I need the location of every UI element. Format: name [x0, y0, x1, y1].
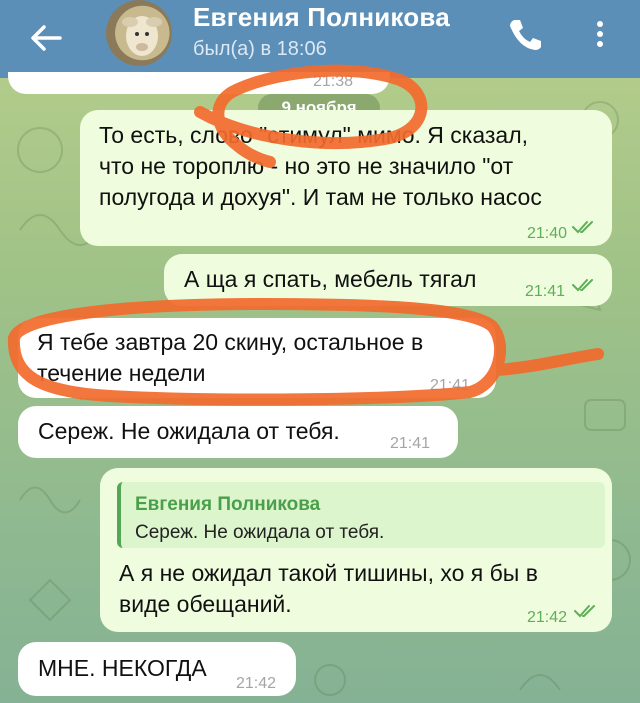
double-check-icon — [574, 605, 595, 618]
message-text-line: Я тебе завтра 20 скину, остальное в — [37, 329, 424, 355]
contact-avatar[interactable] — [106, 0, 172, 66]
reply-author: Евгения Полникова — [135, 494, 321, 515]
last-seen-status: был(а) в 18:06 — [193, 38, 327, 60]
more-vertical-icon[interactable] — [588, 16, 612, 52]
outgoing-message[interactable]: То есть, слово "стимул" мимо. Я сказал, … — [80, 110, 612, 246]
message-time: 21:41 — [525, 283, 566, 300]
message-text-line: полугода и дохуя". И там не только насос — [99, 184, 542, 210]
outgoing-message[interactable]: А ща я спать, мебель тягал 21:41 — [164, 254, 612, 306]
phone-icon[interactable] — [505, 16, 541, 52]
message-time: 21:40 — [527, 225, 568, 242]
goat-photo-icon — [122, 16, 162, 56]
back-arrow-icon[interactable] — [26, 18, 66, 58]
incoming-message[interactable]: МНЕ. НЕКОГДА 21:42 — [18, 642, 296, 696]
outgoing-reply-message[interactable]: Евгения Полникова Сереж. Не ожидала от т… — [100, 468, 612, 632]
double-check-icon — [572, 279, 593, 292]
message-time: 21:42 — [527, 609, 568, 626]
message-text-line: виде обещаний. — [119, 591, 292, 617]
contact-name[interactable]: Евгения Полникова — [193, 2, 450, 33]
message-text-line: течение недели — [37, 360, 206, 386]
message-text-line: что не тороплю - но это не значило "от — [99, 153, 514, 179]
message-text-line: А я не ожидал такой тишины, хо я бы в — [119, 560, 538, 586]
message-time: 21:38 — [313, 73, 354, 90]
incoming-message[interactable]: Я тебе завтра 20 скину, остальное в тече… — [18, 318, 496, 398]
message-time: 21:41 — [390, 435, 431, 452]
message-time: 21:41 — [430, 377, 471, 394]
message-text-line: То есть, слово "стимул" мимо. Я сказал, — [99, 122, 529, 148]
message-time: 21:42 — [236, 675, 277, 692]
chat-header: Евгения Полникова был(а) в 18:06 — [0, 0, 640, 78]
reply-quote[interactable]: Евгения Полникова Сереж. Не ожидала от т… — [117, 482, 605, 548]
double-check-icon — [572, 221, 593, 234]
reply-text: Сереж. Не ожидала от тебя. — [135, 522, 385, 543]
incoming-message[interactable]: Сереж. Не ожидала от тебя. 21:41 — [18, 406, 458, 458]
